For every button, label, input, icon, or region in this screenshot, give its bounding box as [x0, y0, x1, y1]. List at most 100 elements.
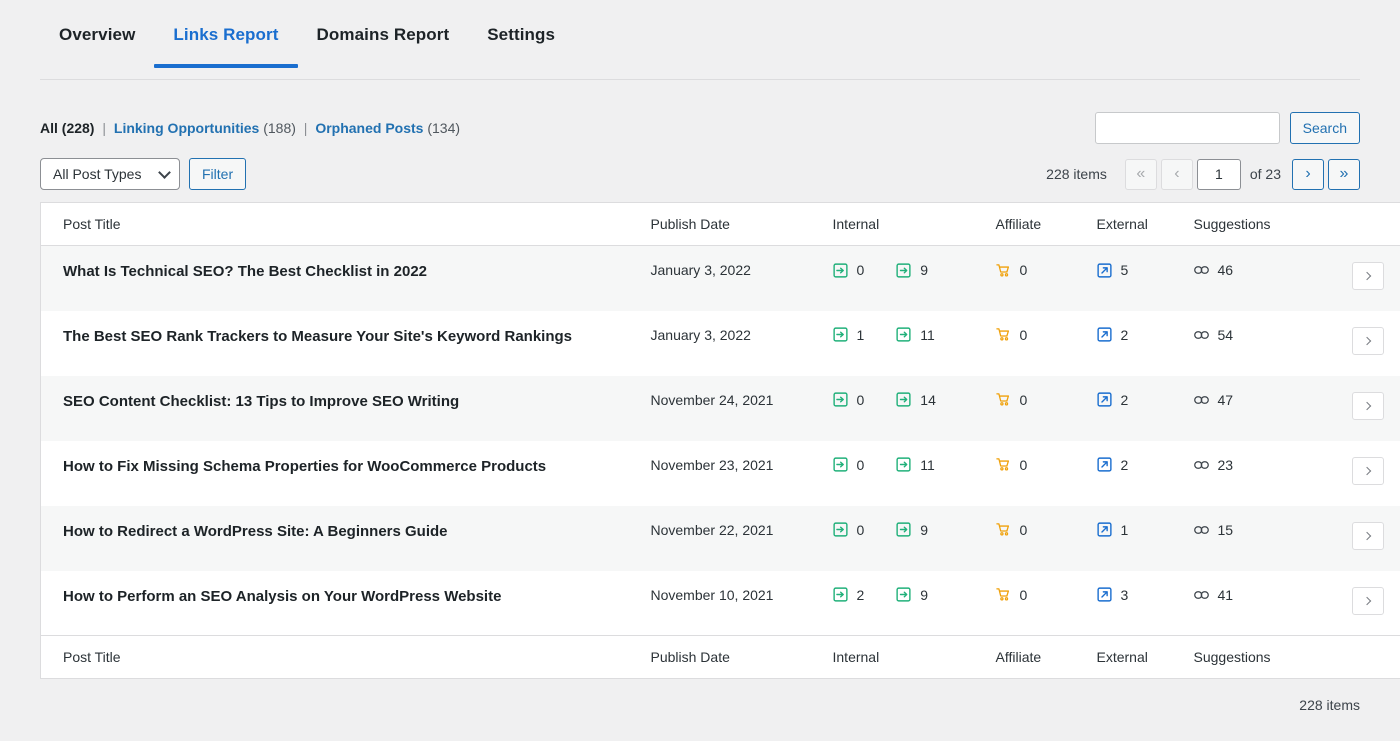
outbound-link-icon	[896, 522, 911, 537]
search-input[interactable]	[1094, 112, 1280, 144]
outbound-link-icon	[896, 392, 911, 407]
pagination-first-button[interactable]: «	[1124, 158, 1157, 190]
inbound-link-icon	[832, 522, 848, 537]
cell-post-title: SEO Content Checklist: 13 Tips to Improv…	[40, 375, 641, 441]
post-title-link[interactable]: The Best SEO Rank Trackers to Measure Yo…	[63, 327, 572, 347]
chevron-right-icon	[1362, 596, 1371, 605]
table-row[interactable]: SEO Content Checklist: 13 Tips to Improv…	[40, 375, 1400, 441]
post-type-select[interactable]: All Post Types	[40, 158, 180, 190]
table-row[interactable]: The Best SEO Rank Trackers to Measure Yo…	[40, 310, 1400, 376]
expand-row-button[interactable]	[1351, 391, 1384, 420]
external-links-count: 2	[1120, 456, 1129, 473]
affiliate-links-count: 0	[1019, 521, 1028, 538]
tab-overview[interactable]: Overview	[40, 0, 154, 67]
pagination-items-count: 228 items	[1046, 166, 1107, 182]
cell-publish-date: November 22, 2021	[640, 505, 823, 571]
external-link-icon	[1096, 587, 1112, 602]
expand-row-button[interactable]	[1351, 456, 1384, 485]
external-links-count: 5	[1120, 262, 1129, 278]
cell-post-title: How to Fix Missing Schema Properties for…	[40, 440, 641, 506]
cell-internal-links: 09	[822, 245, 986, 311]
metric-affiliate-links: 0	[995, 391, 1077, 408]
column-header-suggestions[interactable]: Suggestions	[1183, 202, 1320, 246]
metric-suggestions: 15	[1193, 522, 1310, 538]
column-header-affiliate[interactable]: Affiliate	[985, 202, 1087, 246]
shopping-cart-icon	[995, 392, 1011, 407]
table-row[interactable]: What Is Technical SEO? The Best Checklis…	[40, 245, 1400, 311]
view-all-label[interactable]: All	[40, 120, 58, 136]
pagination-current-page-input[interactable]	[1196, 158, 1241, 190]
shopping-cart-icon	[995, 587, 1011, 602]
page-content: All (228) | Linking Opportunities (188) …	[0, 80, 1400, 713]
metric-outbound-links: 9	[896, 262, 928, 278]
cell-suggestions: 54	[1183, 310, 1320, 376]
post-title-link[interactable]: How to Perform an SEO Analysis on Your W…	[63, 587, 501, 607]
table-row[interactable]: How to Fix Missing Schema Properties for…	[40, 440, 1400, 506]
expand-row-button[interactable]	[1351, 326, 1384, 355]
expand-row-button[interactable]	[1351, 586, 1384, 615]
cell-publish-date: November 24, 2021	[640, 375, 823, 441]
filter-button[interactable]: Filter	[189, 158, 247, 190]
column-header-publish-date[interactable]: Publish Date	[640, 202, 823, 246]
post-title-link[interactable]: How to Fix Missing Schema Properties for…	[63, 457, 546, 477]
post-title-link[interactable]: SEO Content Checklist: 13 Tips to Improv…	[63, 392, 459, 412]
metric-suggestions: 47	[1193, 392, 1310, 408]
metric-external-links: 2	[1096, 327, 1174, 343]
search-button[interactable]: Search	[1289, 112, 1360, 144]
metric-suggestions: 46	[1193, 262, 1310, 278]
metric-inbound-links: 0	[832, 392, 864, 408]
view-separator-1: |	[102, 120, 106, 136]
footer-header-affiliate[interactable]: Affiliate	[985, 635, 1087, 679]
tab-links-report[interactable]: Links Report	[154, 0, 298, 68]
outbound-link-icon	[896, 262, 911, 278]
footer-header-external[interactable]: External	[1086, 635, 1184, 679]
footer-header-post-title[interactable]: Post Title	[40, 635, 641, 679]
pagination-next-button[interactable]: ›	[1292, 158, 1324, 190]
outbound-link-icon	[896, 457, 911, 472]
footer-header-publish-date[interactable]: Publish Date	[640, 635, 823, 679]
affiliate-links-count: 0	[1019, 262, 1028, 278]
column-header-external[interactable]: External	[1086, 202, 1184, 246]
external-links-count: 1	[1120, 521, 1129, 538]
pagination-top: 228 items « ‹ of 23 › »	[1046, 158, 1360, 190]
column-header-internal[interactable]: Internal	[822, 202, 986, 246]
shopping-cart-icon	[995, 263, 1011, 278]
external-links-count: 2	[1120, 391, 1129, 408]
footer-header-suggestions[interactable]: Suggestions	[1183, 635, 1320, 679]
cell-internal-links: 0 11	[822, 440, 986, 506]
metric-external-links: 1	[1096, 521, 1174, 538]
metric-external-links: 2	[1096, 456, 1174, 473]
tab-settings[interactable]: Settings	[468, 0, 574, 67]
expand-row-button[interactable]	[1351, 521, 1384, 550]
inbound-link-icon	[832, 392, 848, 407]
post-title-link[interactable]: What Is Technical SEO? The Best Checklis…	[63, 262, 427, 282]
external-links-count: 3	[1120, 586, 1129, 603]
table-row[interactable]: How to Redirect a WordPress Site: A Begi…	[40, 505, 1400, 571]
affiliate-links-count: 0	[1019, 391, 1028, 408]
filter-toolbar: All Post Types Filter 228 items « ‹ of 2…	[40, 158, 1360, 190]
external-link-icon	[1096, 327, 1112, 342]
cell-external-links: 1	[1086, 505, 1184, 571]
table-row[interactable]: How to Perform an SEO Analysis on Your W…	[40, 570, 1400, 636]
metric-inbound-links: 2	[832, 586, 865, 603]
metric-affiliate-links: 0	[995, 327, 1077, 343]
cell-post-title: What Is Technical SEO? The Best Checklis…	[40, 245, 641, 311]
tab-domains-report[interactable]: Domains Report	[298, 0, 469, 67]
footer-header-internal[interactable]: Internal	[822, 635, 986, 679]
pagination-prev-button[interactable]: ‹	[1160, 158, 1193, 190]
inbound-link-icon	[832, 587, 848, 602]
view-linking-opportunities[interactable]: Linking Opportunities	[114, 120, 259, 136]
expand-row-button[interactable]	[1351, 262, 1384, 290]
chain-link-icon	[1193, 457, 1209, 472]
post-title-link[interactable]: How to Redirect a WordPress Site: A Begi…	[63, 522, 448, 542]
pagination-last-button[interactable]: »	[1328, 158, 1360, 190]
metric-outbound-links: 9	[896, 587, 928, 603]
column-header-actions	[1319, 202, 1400, 246]
view-separator-2: |	[303, 120, 308, 136]
external-link-icon	[1096, 522, 1112, 537]
view-orphaned-posts[interactable]: Orphaned Posts	[315, 120, 423, 136]
cell-affiliate-links: 0	[985, 375, 1087, 441]
inbound-links-count: 2	[856, 586, 865, 603]
column-header-post-title[interactable]: Post Title	[40, 202, 641, 246]
chevron-right-icon	[1362, 336, 1371, 345]
